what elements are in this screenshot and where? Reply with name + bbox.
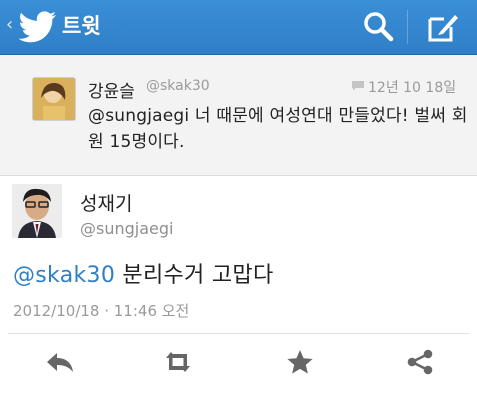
retweet-icon[interactable] [162,349,194,375]
mention-link[interactable]: @sungjaegi [88,106,189,126]
page-title: 트윗 [62,14,101,38]
top-bar: ‹ 트윗 [0,0,477,54]
tweet-text: @skak30 분리수거 고맙다 [13,257,274,289]
quoted-tweet-text: @sungjaegi 너 때문에 여성연대 만들었다! 벌써 회원 15명이다. [88,103,468,155]
avatar[interactable] [32,77,76,121]
tweet-author[interactable]: 성재기 @sungjaegi [0,176,477,246]
action-bar [0,336,477,391]
share-icon[interactable] [404,349,436,375]
avatar-photo [33,78,75,120]
avatar[interactable] [12,184,62,238]
search-icon[interactable] [362,11,396,43]
quoted-author-name[interactable]: 강윤슬 [88,77,135,102]
back-chevron-icon[interactable]: ‹ [6,14,13,36]
author-name[interactable]: 성재기 [80,189,132,216]
tweet-text-body: 분리수거 고맙다 [115,263,274,288]
replied-to-tweet[interactable]: 강윤슬 @skak30 12년 10 18일 @sungjaegi 너 때문에 … [0,55,477,176]
avatar-photo [12,184,62,238]
favorite-star-icon[interactable] [284,349,316,375]
quoted-timestamp: 12년 10 18일 [368,80,457,96]
twitter-bird-icon[interactable] [18,10,58,44]
mention-link[interactable]: @skak30 [13,263,115,288]
reply-icon[interactable] [44,349,76,375]
author-handle[interactable]: @sungjaegi [80,219,173,238]
divider [8,333,469,334]
quoted-author-handle[interactable]: @skak30 [146,78,210,94]
tweet-timestamp: 2012/10/18 · 11:46 오전 [13,302,190,320]
toolbar-separator [407,10,408,44]
compose-icon[interactable] [426,11,460,43]
speech-bubble-icon [352,81,364,91]
